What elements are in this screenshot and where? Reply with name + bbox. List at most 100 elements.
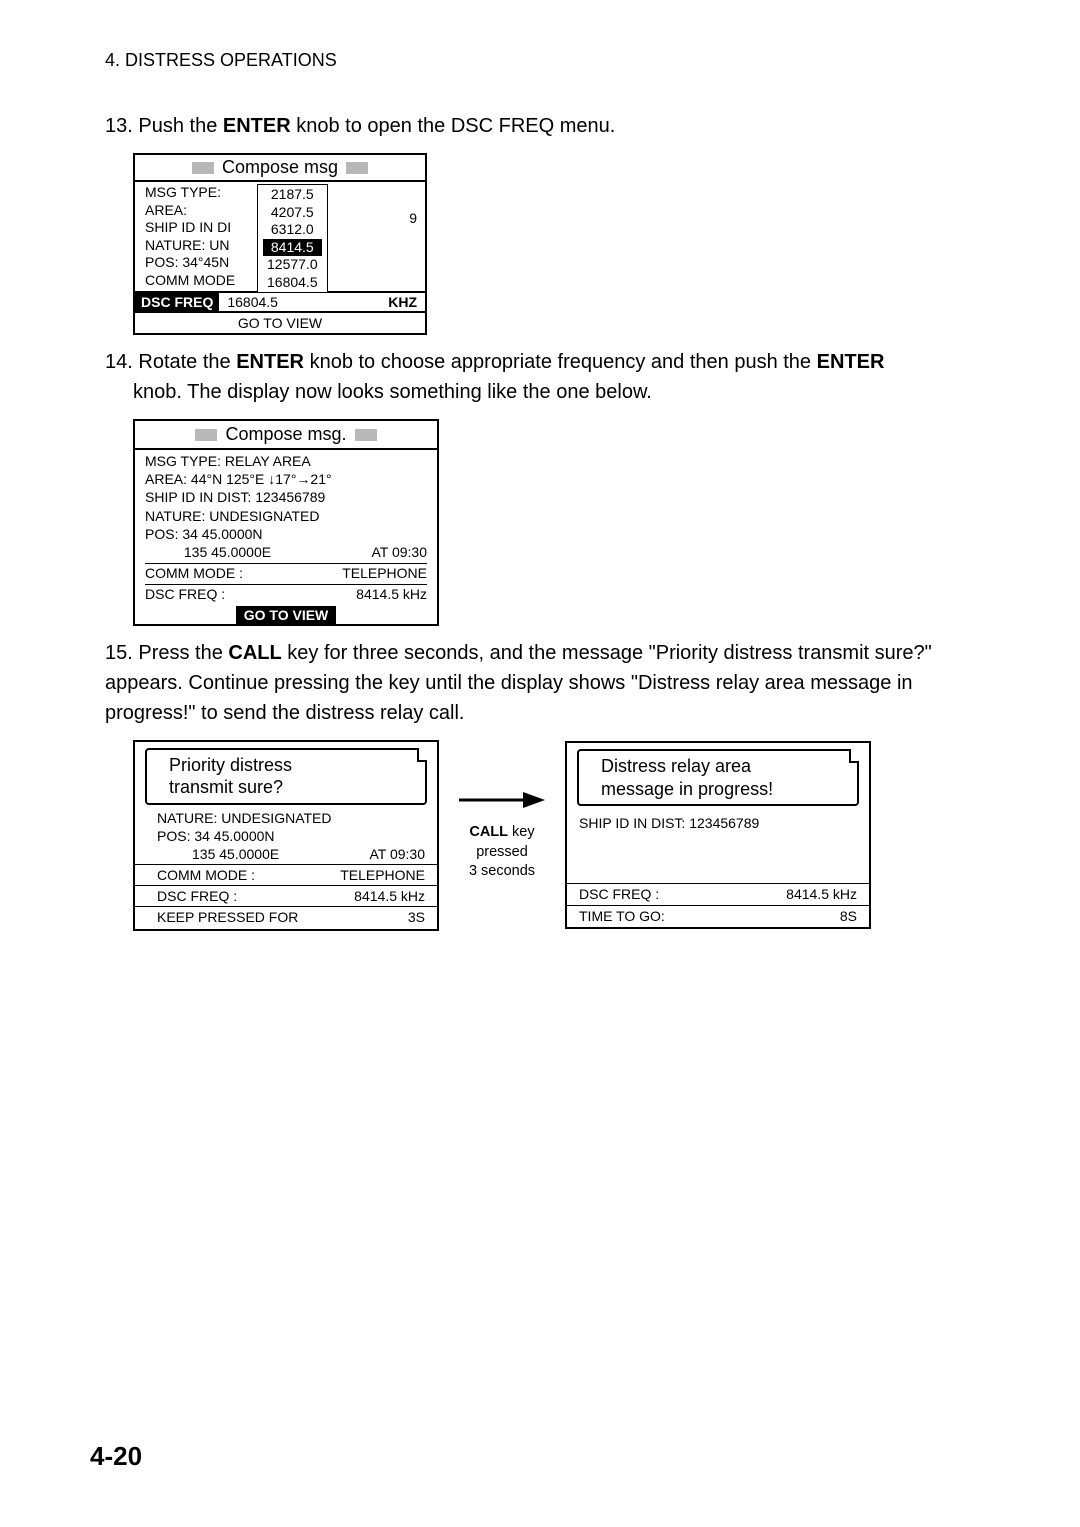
dsc-freq-value: 16804.5 xyxy=(219,293,286,311)
row-comm: COMM MODE : TELEPHONE xyxy=(145,564,427,582)
keep-label: KEEP PRESSED FOR xyxy=(157,908,298,926)
row-pos2: 135 45.0000E AT 09:30 xyxy=(157,845,425,863)
row-shipid: SHIP ID IN DIST: 123456789 xyxy=(579,814,857,832)
dsc-value: 8414.5 kHz xyxy=(354,887,425,905)
arrow-text: key xyxy=(508,824,535,840)
dsc-label: DSC FREQ : xyxy=(157,887,237,905)
row-dsc: DSC FREQ : 8414.5 kHz xyxy=(145,585,427,603)
keep-value: 3S xyxy=(408,908,425,926)
row-area: AREA: 44°N 125°E ↓17°→21° xyxy=(145,470,427,488)
title-decor-icon xyxy=(195,429,217,441)
title-decor-icon xyxy=(346,162,368,174)
dialog-title: Priority distress transmit sure? xyxy=(145,748,427,805)
dsc-label: DSC FREQ : xyxy=(579,885,659,903)
comm-label: COMM MODE : xyxy=(145,564,243,582)
label: MSG TYPE: xyxy=(145,184,265,202)
page-number: 4-20 xyxy=(90,1441,142,1472)
screen-title: Compose msg xyxy=(135,155,425,182)
step-text-cont: knob. The display now looks something li… xyxy=(133,377,990,407)
freq-option[interactable]: 16804.5 xyxy=(267,274,318,292)
screen-compose-msg: Compose msg. MSG TYPE: RELAY AREA AREA: … xyxy=(133,419,990,626)
comm-value: TELEPHONE xyxy=(340,866,425,884)
enter-key: ENTER xyxy=(817,351,885,373)
title-line2: transmit sure? xyxy=(169,776,413,799)
arrow-label: CALL key pressed 3 seconds xyxy=(457,788,547,881)
label: AREA: xyxy=(145,202,265,220)
title-decor-icon xyxy=(192,162,214,174)
row-dsc: DSC FREQ : 8414.5 kHz xyxy=(579,885,857,903)
title-line2: message in progress! xyxy=(601,778,845,801)
comm-label: COMM MODE : xyxy=(157,866,255,884)
freq-option[interactable]: 2187.5 xyxy=(267,186,318,204)
enter-key: ENTER xyxy=(223,115,291,137)
go-to-view[interactable]: GO TO VIEW xyxy=(135,606,437,624)
pos2-time: AT 09:30 xyxy=(371,543,427,561)
row-comm: COMM MODE : TELEPHONE xyxy=(157,866,425,884)
row-nature: NATURE: UNDESIGNATED xyxy=(157,809,425,827)
comm-value: TELEPHONE xyxy=(342,564,427,582)
freq-option-selected[interactable]: 8414.5 xyxy=(263,239,322,257)
step-num: 13. xyxy=(105,111,133,141)
notch-icon xyxy=(849,749,859,763)
step-text: knob to open the DSC FREQ menu. xyxy=(291,115,616,137)
dsc-value: 8414.5 kHz xyxy=(786,885,857,903)
row-pos1: POS: 34 45.0000N xyxy=(145,525,427,543)
step-14: 14. Rotate the ENTER knob to choose appr… xyxy=(105,347,990,407)
dialog-title: Distress relay area message in progress! xyxy=(577,749,859,806)
screen-flow: Priority distress transmit sure? NATURE:… xyxy=(133,740,990,931)
freq-dropdown[interactable]: 2187.5 4207.5 6312.0 8414.5 12577.0 1680… xyxy=(257,184,328,293)
row-pos2: 135 45.0000E AT 09:30 xyxy=(145,543,427,561)
screen-distress-relay: Distress relay area message in progress!… xyxy=(565,741,871,929)
row-pos1: POS: 34 45.0000N xyxy=(157,827,425,845)
section-header: 4. DISTRESS OPERATIONS xyxy=(105,50,990,71)
screen-priority-distress: Priority distress transmit sure? NATURE:… xyxy=(133,740,439,931)
title-text: Compose msg. xyxy=(225,424,346,445)
step-num: 14. xyxy=(105,347,133,377)
pos2-time: AT 09:30 xyxy=(369,845,425,863)
step-text: Rotate the xyxy=(138,351,236,373)
call-key: CALL xyxy=(228,642,281,664)
title-text: Compose msg xyxy=(222,157,338,178)
step-num: 15. xyxy=(105,638,133,668)
time-value: 8S xyxy=(840,907,857,925)
row-shipid: SHIP ID IN DIST: 123456789 xyxy=(145,488,427,506)
pos2-lon: 135 45.0000E xyxy=(157,845,279,863)
freq-option[interactable]: 12577.0 xyxy=(267,256,318,274)
title-decor-icon xyxy=(355,429,377,441)
field-labels: MSG TYPE: AREA: SHIP ID IN DI NATURE: UN… xyxy=(135,182,267,291)
screen-title: Compose msg. xyxy=(135,421,437,450)
dsc-value: 8414.5 kHz xyxy=(356,585,427,603)
arrow-right-icon xyxy=(457,788,547,812)
time-label: TIME TO GO: xyxy=(579,907,665,925)
enter-key: ENTER xyxy=(236,351,304,373)
arrow-text: 3 seconds xyxy=(457,862,547,882)
title-line1: Priority distress xyxy=(169,754,413,777)
step-text: Press the xyxy=(138,642,228,664)
title-line1: Distress relay area xyxy=(601,755,845,778)
step-13: 13. Push the ENTER knob to open the DSC … xyxy=(105,111,990,141)
label: COMM MODE xyxy=(145,272,265,290)
row-msgtype: MSG TYPE: RELAY AREA xyxy=(145,452,427,470)
freq-option[interactable]: 6312.0 xyxy=(267,221,318,239)
arrow-text: pressed xyxy=(457,843,547,863)
call-key: CALL xyxy=(469,824,508,840)
partial-digit: 9 xyxy=(409,210,417,226)
row-keep: KEEP PRESSED FOR 3S xyxy=(157,908,425,926)
label: SHIP ID IN DI xyxy=(145,219,265,237)
dsc-label: DSC FREQ : xyxy=(145,585,225,603)
pos2-lon: 135 45.0000E xyxy=(145,543,271,561)
dsc-freq-label: DSC FREQ xyxy=(135,293,219,311)
step-15: 15. Press the CALL key for three seconds… xyxy=(105,638,990,728)
notch-icon xyxy=(417,748,427,762)
go-to-view[interactable]: GO TO VIEW xyxy=(135,311,425,333)
row-nature: NATURE: UNDESIGNATED xyxy=(145,507,427,525)
row-time: TIME TO GO: 8S xyxy=(579,907,857,925)
label: POS: 34°45N xyxy=(145,254,265,272)
step-text: knob to choose appropriate frequency and… xyxy=(304,351,817,373)
khz-label: KHZ xyxy=(388,294,425,310)
step-text: Push the xyxy=(138,115,223,137)
screen-dsc-freq-menu: Compose msg MSG TYPE: AREA: SHIP ID IN D… xyxy=(133,153,990,335)
row-dsc: DSC FREQ : 8414.5 kHz xyxy=(157,887,425,905)
freq-option[interactable]: 4207.5 xyxy=(267,204,318,222)
label: NATURE: UN xyxy=(145,237,265,255)
